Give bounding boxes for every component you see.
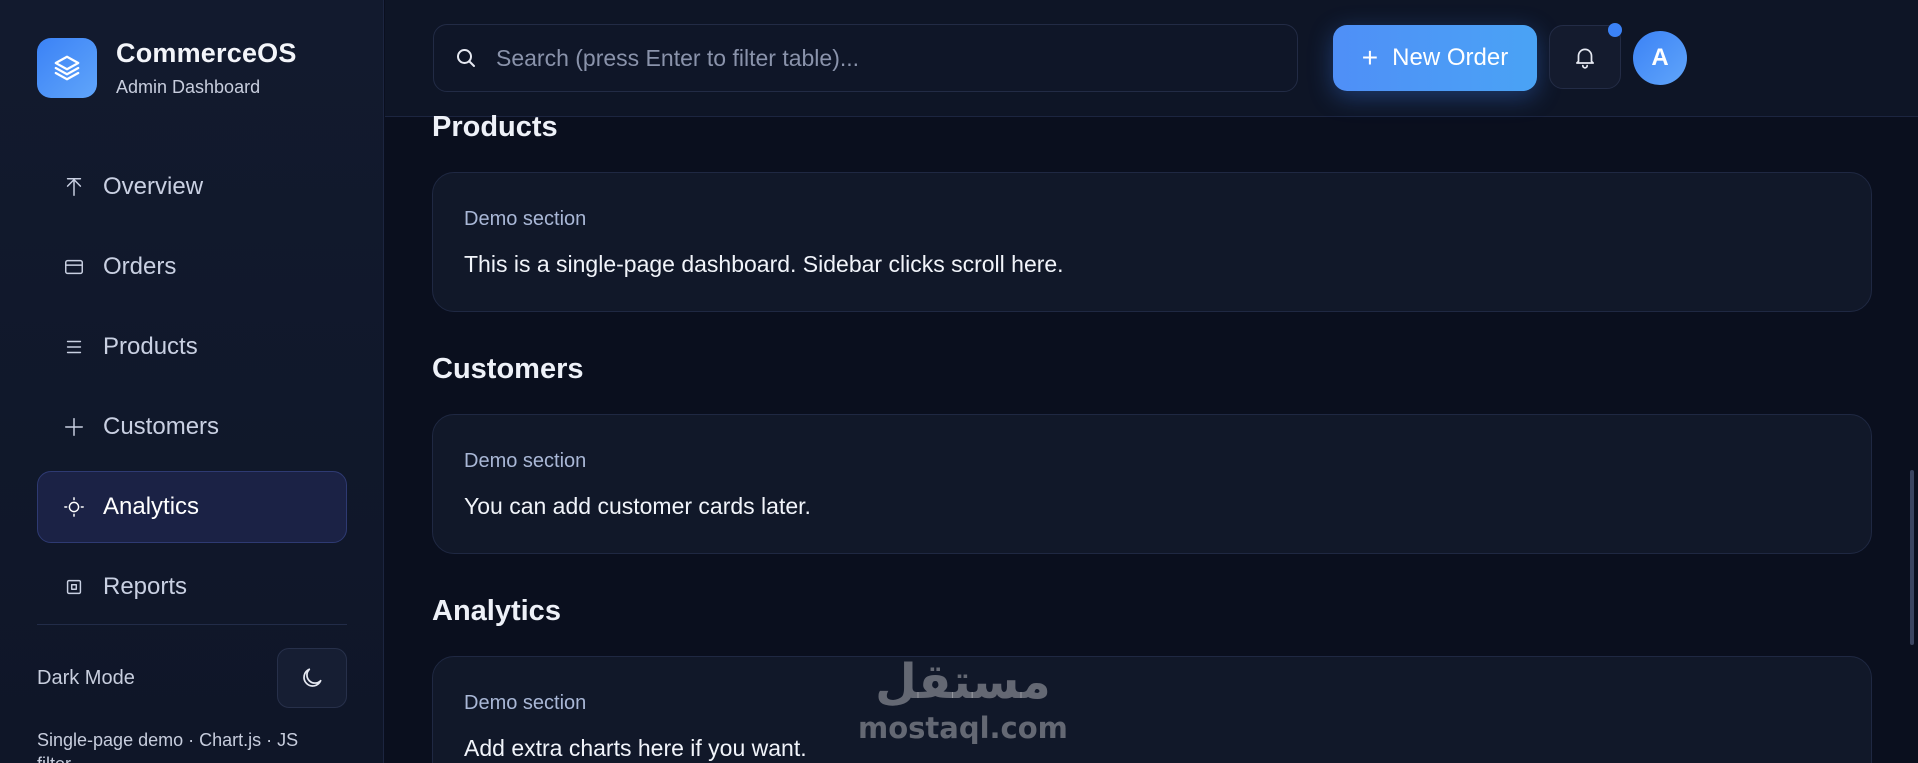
- card-body: You can add customer cards later.: [464, 493, 811, 519]
- plus-icon: [60, 413, 88, 441]
- sidebar-item-label: Analytics: [103, 493, 200, 520]
- section-title-products: Products: [432, 111, 558, 143]
- card-body: Add extra charts here if you want.: [464, 735, 807, 761]
- page-scrollbar[interactable]: [1910, 470, 1914, 645]
- dark-mode-toggle[interactable]: [277, 648, 347, 708]
- new-order-button[interactable]: + New Order: [1333, 25, 1537, 91]
- brand[interactable]: CommerceOS Admin Dashboard: [37, 38, 297, 98]
- section-title-analytics: Analytics: [432, 595, 561, 627]
- sidebar-nav: Overview Orders Products Customers Analy…: [37, 151, 347, 631]
- topbar: + New Order A: [385, 0, 1918, 117]
- sidebar-item-label: Orders: [103, 253, 177, 280]
- sidebar-footer: Single-page demo · Chart.js · JS filter: [37, 730, 299, 763]
- layers-icon: [37, 38, 97, 98]
- sidebar-divider: [37, 624, 347, 625]
- brand-name: CommerceOS: [116, 38, 297, 68]
- notification-badge: [1608, 23, 1622, 37]
- list-icon: [60, 333, 88, 361]
- sidebar-item-label: Products: [103, 333, 198, 360]
- section-title-customers: Customers: [432, 353, 584, 385]
- section-card-products: Demo section This is a single-page dashb…: [432, 172, 1872, 312]
- sidebar-item-reports[interactable]: Reports: [37, 551, 347, 623]
- watermark-latin: mostaql.com: [858, 711, 1068, 745]
- new-order-label: New Order: [1392, 44, 1509, 71]
- sidebar-item-products[interactable]: Products: [37, 311, 347, 383]
- sidebar-item-label: Overview: [103, 173, 204, 200]
- sidebar-item-overview[interactable]: Overview: [37, 151, 347, 223]
- plus-icon: +: [1361, 42, 1379, 73]
- sidebar-item-label: Reports: [103, 573, 188, 600]
- dark-mode-label: Dark Mode: [37, 666, 135, 689]
- sidebar-item-label: Customers: [103, 413, 220, 440]
- watermark: مستقل mostaql.com: [858, 652, 1068, 744]
- bell-icon: [1576, 48, 1594, 69]
- sidebar-item-customers[interactable]: Customers: [37, 391, 347, 463]
- card-icon: [60, 253, 88, 281]
- brand-subtitle: Admin Dashboard: [116, 77, 261, 97]
- sidebar-item-orders[interactable]: Orders: [37, 231, 347, 303]
- card-subtitle: Demo section: [464, 692, 587, 714]
- card-subtitle: Demo section: [464, 450, 587, 472]
- moon-icon: [303, 668, 322, 687]
- avatar[interactable]: A: [1633, 31, 1687, 85]
- search-bar[interactable]: [433, 24, 1298, 92]
- card-body: This is a single-page dashboard. Sidebar…: [464, 251, 1064, 277]
- dark-mode-row: Dark Mode: [37, 648, 347, 708]
- sidebar: CommerceOS Admin Dashboard Overview Orde…: [0, 0, 384, 763]
- report-icon: [60, 573, 88, 601]
- section-card-customers: Demo section You can add customer cards …: [432, 414, 1872, 554]
- search-input[interactable]: [496, 44, 1276, 72]
- search-icon: [457, 49, 475, 67]
- sidebar-item-analytics[interactable]: Analytics: [37, 471, 347, 543]
- watermark-arabic: مستقل: [875, 654, 1051, 710]
- card-subtitle: Demo section: [464, 208, 587, 230]
- arrow-up-icon: [60, 173, 88, 201]
- section-card-analytics: Demo section Add extra charts here if yo…: [432, 656, 1872, 763]
- sun-icon: [60, 493, 88, 521]
